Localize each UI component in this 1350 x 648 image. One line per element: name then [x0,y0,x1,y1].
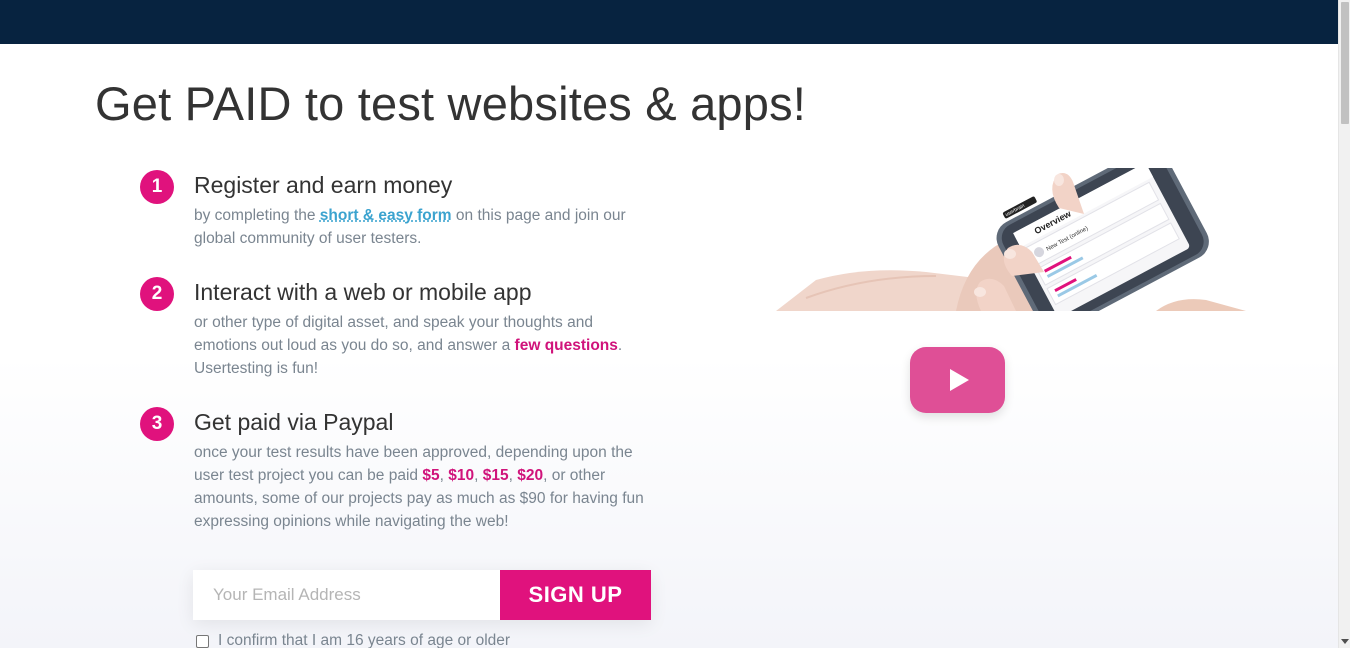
step-heading: Register and earn money [194,172,453,198]
hero-phone-image: Overview New Test (online) userbrain [776,168,1246,311]
page-title: Get PAID to test websites & apps! [95,77,807,130]
amount-10: $10 [448,467,475,484]
email-input[interactable] [193,570,500,620]
scrollbar-thumb[interactable] [1341,2,1349,124]
age-confirmation-label[interactable]: I confirm that I am 16 years of age or o… [218,632,510,648]
age-confirmation: I confirm that I am 16 years of age or o… [196,632,510,648]
page-scrollbar[interactable] [1338,0,1350,648]
step-heading: Get paid via Paypal [194,409,394,435]
scroll-down-arrow-icon[interactable] [1341,639,1349,644]
step-number-badge: 2 [140,277,174,311]
play-icon [949,369,969,391]
step-description: or other type of digital asset, and spea… [194,314,623,377]
short-easy-form-link[interactable]: short & easy form [320,207,452,224]
top-navigation-bar [0,0,1338,44]
amount-20: $20 [517,467,544,484]
hand-holding-phone-illustration: Overview New Test (online) userbrain [776,168,1246,311]
signup-form: SIGN UP [193,570,651,620]
step-heading: Interact with a web or mobile app [194,279,532,305]
step-number-badge: 1 [140,170,174,204]
amount-5: $5 [422,467,440,484]
step-description: by completing the short & easy form on t… [194,207,626,247]
video-play-button[interactable] [910,347,1005,413]
sign-up-button[interactable]: SIGN UP [500,570,651,620]
step-number-badge: 3 [140,407,174,441]
amount-15: $15 [482,467,509,484]
few-questions-highlight: few questions [514,337,618,354]
checkbox-icon[interactable] [196,634,209,648]
step-description: once your test results have been approve… [194,444,644,530]
